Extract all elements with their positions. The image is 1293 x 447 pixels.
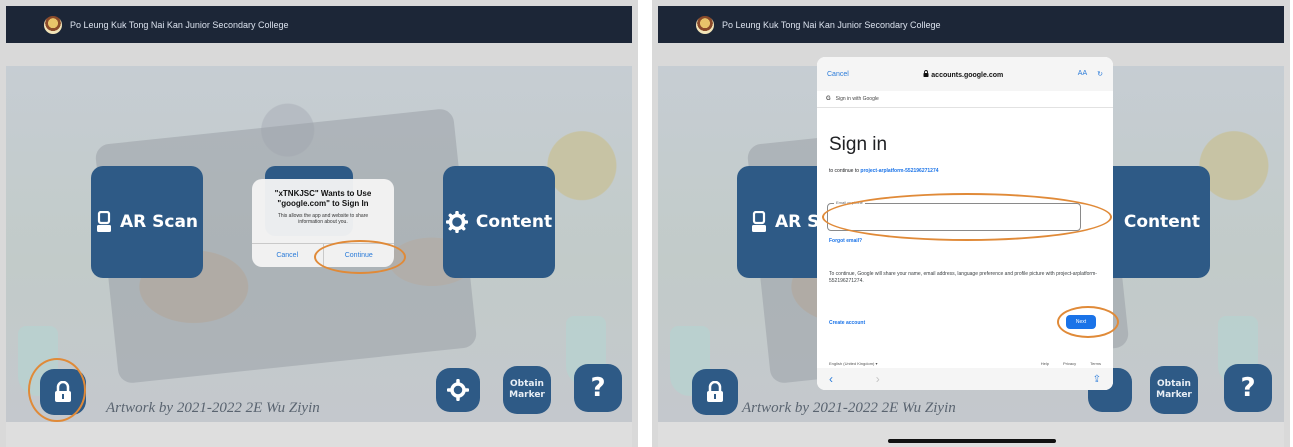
help-link[interactable]: Help <box>1041 361 1049 366</box>
browser-toolbar: Cancel accounts.google.com AA ↻ <box>817 57 1113 91</box>
ar-scan-label: AR Scan <box>119 212 199 232</box>
lock-highlight-annotation <box>28 358 86 422</box>
sign-in-with-google-label: Sign in with Google <box>835 96 879 102</box>
obtain-marker-label: Obtain Marker <box>509 379 545 401</box>
content-label: Content <box>475 212 553 232</box>
obtain-marker-line2: Marker <box>1156 390 1192 400</box>
share-icon[interactable]: ⇪ <box>1093 374 1101 385</box>
text-size-button[interactable]: AA <box>1078 70 1087 78</box>
artwork-credit: Artwork by 2021-2022 2E Wu Ziyin <box>742 400 956 416</box>
obtain-marker-button[interactable]: Obtain Marker <box>503 366 551 414</box>
artwork-credit: Artwork by 2021-2022 2E Wu Ziyin <box>106 400 320 416</box>
scanner-icon <box>752 211 766 232</box>
scanner-icon <box>96 211 111 232</box>
footer-spacer <box>877 361 1040 366</box>
lock-button[interactable] <box>692 369 738 415</box>
obtain-marker-line1: Obtain <box>510 379 544 389</box>
gear-icon <box>447 379 469 401</box>
sign-in-with-google-strip: G Sign in with Google <box>817 91 1113 108</box>
app-header: Po Leung Kuk Tong Nai Kan Junior Seconda… <box>6 6 632 43</box>
obtain-marker-label: Obtain Marker <box>1156 379 1192 401</box>
subtitle-prefix: to continue to <box>829 168 860 174</box>
school-logo-icon <box>696 15 714 34</box>
next-highlight-annotation <box>1057 306 1119 338</box>
alert-cancel-button[interactable]: Cancel <box>252 244 323 267</box>
app-header: Po Leung Kuk Tong Nai Kan Junior Seconda… <box>658 6 1284 43</box>
back-arrow-icon[interactable]: ‹ <box>829 372 833 386</box>
content-button[interactable]: Content <box>1098 166 1210 278</box>
email-field-highlight-annotation <box>822 193 1112 241</box>
obtain-marker-line2: Marker <box>509 390 545 400</box>
url-display: accounts.google.com <box>923 69 1004 79</box>
school-name: Po Leung Kuk Tong Nai Kan Junior Seconda… <box>70 19 289 30</box>
help-button[interactable]: ? <box>574 364 622 412</box>
continue-highlight-annotation <box>314 240 406 274</box>
sheet-cancel-button[interactable]: Cancel <box>827 71 849 78</box>
terms-link[interactable]: Terms <box>1090 361 1101 366</box>
obtain-marker-button[interactable]: Obtain Marker <box>1150 366 1198 414</box>
sign-in-footer: English (United Kingdom) ▾ Help Privacy … <box>829 361 1101 366</box>
sign-in-title: Sign in <box>829 134 888 155</box>
url-text: accounts.google.com <box>931 71 1004 79</box>
browser-nav-bar: ‹ › ⇪ <box>817 368 1113 390</box>
project-id-link[interactable]: project-arplatform-552196271274 <box>860 168 938 174</box>
school-name: Po Leung Kuk Tong Nai Kan Junior Seconda… <box>722 19 941 30</box>
right-screenshot: Po Leung Kuk Tong Nai Kan Junior Seconda… <box>652 0 1290 447</box>
share-info-text: To continue, Google will share your name… <box>829 271 1097 284</box>
reload-icon[interactable]: ↻ <box>1097 70 1103 78</box>
home-indicator <box>888 439 1056 443</box>
bottom-bar <box>658 422 1284 447</box>
help-button[interactable]: ? <box>1224 364 1272 412</box>
privacy-link[interactable]: Privacy <box>1063 361 1076 366</box>
lock-icon <box>923 69 929 77</box>
help-label: ? <box>1240 373 1256 403</box>
forward-arrow-icon[interactable]: › <box>876 372 880 386</box>
browser-tools: AA ↻ <box>1078 70 1103 78</box>
footer-links: Help Privacy Terms <box>1041 361 1101 366</box>
content-label: Content <box>1123 212 1200 232</box>
forgot-email-link[interactable]: Forgot email? <box>829 238 862 244</box>
language-selector[interactable]: English (United Kingdom) <box>829 361 874 366</box>
obtain-marker-line1: Obtain <box>1157 379 1191 389</box>
ar-scan-button[interactable]: AR Scan <box>91 166 203 278</box>
ar-scan-label: AR S <box>775 212 820 232</box>
gear-icon <box>445 211 468 233</box>
school-logo-icon <box>44 15 62 34</box>
sign-in-subtitle: to continue to project-arplatform-552196… <box>829 168 1113 174</box>
settings-button[interactable] <box>436 368 480 412</box>
bottom-bar <box>6 422 632 447</box>
google-g-icon: G <box>826 96 831 102</box>
content-button[interactable]: Content <box>443 166 555 278</box>
create-account-button[interactable]: Create account <box>829 320 865 326</box>
alert-message: This allows the app and website to share… <box>277 213 369 225</box>
lock-icon <box>707 381 723 402</box>
left-screenshot: Po Leung Kuk Tong Nai Kan Junior Seconda… <box>0 0 638 447</box>
help-label: ? <box>590 373 606 403</box>
alert-title: "xTNKJSC" Wants to Use "google.com" to S… <box>274 189 372 208</box>
